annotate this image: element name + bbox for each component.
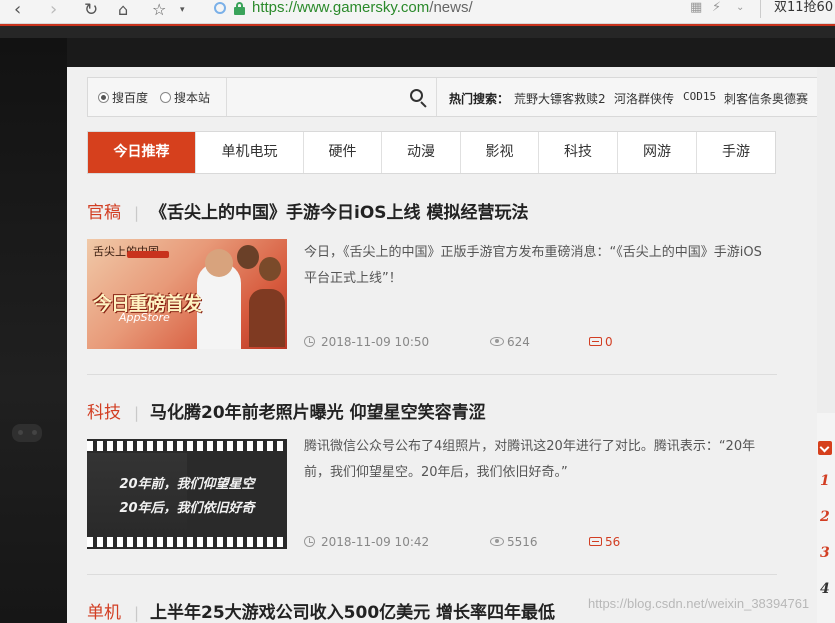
article-meta: 2018-11-09 10:42 5516 56 bbox=[304, 535, 620, 549]
hot-search-label: 热门搜索： bbox=[449, 92, 510, 106]
article-summary: 今日，《舌尖上的中国》正版手游官方发布重磅消息：“《舌尖上的中国》手游iOS平台… bbox=[304, 245, 762, 286]
thumbnail-badge bbox=[127, 251, 169, 258]
eye-icon bbox=[490, 537, 504, 546]
rank-number: 1 bbox=[820, 473, 830, 489]
article-date: 2018-11-09 10:42 bbox=[321, 535, 430, 549]
thumbnail-figure bbox=[205, 249, 233, 277]
search-icon[interactable] bbox=[410, 89, 428, 108]
grid-apps-icon[interactable]: ▦ bbox=[690, 0, 702, 16]
hot-search-link[interactable]: COD15 bbox=[683, 90, 716, 103]
forward-arrow-icon[interactable]: › bbox=[50, 0, 57, 24]
article-thumbnail[interactable]: 20年前，我们仰望星空 20年后，我们依旧好奇 bbox=[87, 439, 287, 549]
comment-count[interactable]: 0 bbox=[589, 335, 613, 349]
article-date: 2018-11-09 10:50 bbox=[321, 335, 430, 349]
article-category[interactable]: 官稿 bbox=[87, 202, 121, 224]
ranking-flag-icon bbox=[818, 441, 832, 455]
article-category[interactable]: 单机 bbox=[87, 602, 121, 623]
category-separator: | bbox=[134, 404, 140, 422]
browser-toolbar: ‹ › ↻ ⌂ ☆ ▾ https://www.gamersky.com/new… bbox=[0, 0, 835, 24]
rank-number: 2 bbox=[820, 509, 830, 525]
film-strip bbox=[87, 537, 287, 547]
tab-today[interactable]: 今日推荐 bbox=[88, 132, 196, 173]
film-strip bbox=[87, 441, 287, 451]
news-item: 科技 | 马化腾20年前老照片曝光 仰望星空笑容青涩 20年前，我们仰望星空 2… bbox=[87, 402, 777, 562]
search-bar: 搜百度 搜本站 热门搜索： 荒野大镖客救赎2 河洛群侠传 COD15 刺客信条奥… bbox=[87, 77, 835, 117]
tab-hardware[interactable]: 硬件 bbox=[304, 132, 382, 173]
news-content: 搜百度 搜本站 热门搜索： 荒野大镖客救赎2 河洛群侠传 COD15 刺客信条奥… bbox=[67, 67, 835, 623]
address-bar[interactable]: https://www.gamersky.com/news/ bbox=[252, 0, 473, 16]
hot-search-link[interactable]: 荒野大镖客救赎2 bbox=[514, 90, 606, 107]
site-header-band bbox=[0, 24, 835, 38]
lock-icon bbox=[234, 2, 245, 15]
lightning-icon[interactable]: ⚡ bbox=[712, 0, 721, 16]
page-background-left bbox=[0, 38, 67, 623]
radio-checked-icon bbox=[98, 92, 109, 103]
thumbnail-figure bbox=[249, 289, 285, 347]
comment-count[interactable]: 56 bbox=[589, 535, 620, 549]
bookmark-star-icon[interactable]: ☆ bbox=[152, 0, 166, 24]
tab-pc-console[interactable]: 单机电玩 bbox=[196, 132, 304, 173]
chevron-down-icon[interactable]: ▾ bbox=[180, 0, 185, 24]
search-option-baidu[interactable]: 搜百度 bbox=[98, 91, 148, 105]
rank-number: 3 bbox=[820, 545, 830, 561]
search-option-site[interactable]: 搜本站 bbox=[160, 91, 210, 105]
hot-search: 热门搜索： 荒野大镖客救赎2 河洛群侠传 COD15 刺客信条奥德赛 无双 bbox=[436, 78, 835, 116]
tab-film[interactable]: 影视 bbox=[461, 132, 539, 173]
comment-icon bbox=[589, 537, 602, 546]
thumbnail-figure bbox=[237, 245, 259, 269]
article-thumbnail[interactable]: 舌尖上的中国 今日重磅首发 AppStore bbox=[87, 239, 287, 349]
thumbnail-frame bbox=[87, 453, 187, 535]
news-item: 官稿 | 《舌尖上的中国》手游今日iOS上线 模拟经营玩法 舌尖上的中国 今日重… bbox=[87, 202, 777, 362]
view-count: 5516 bbox=[490, 535, 538, 549]
reload-icon[interactable]: ↻ bbox=[84, 0, 98, 24]
shield-icon bbox=[214, 2, 226, 14]
category-separator: | bbox=[134, 204, 140, 222]
thumbnail-caption: 20年前，我们仰望星空 bbox=[119, 477, 255, 492]
clock-icon bbox=[304, 336, 315, 347]
article-meta: 2018-11-09 10:50 624 0 bbox=[304, 335, 613, 349]
divider bbox=[87, 374, 777, 375]
thumbnail-figure bbox=[259, 257, 281, 281]
hot-search-link[interactable]: 刺客信条奥德赛 bbox=[724, 90, 808, 107]
article-title[interactable]: 马化腾20年前老照片曝光 仰望星空笑容青涩 bbox=[150, 402, 486, 424]
watermark-text: https://blog.csdn.net/weixin_38394761 bbox=[588, 596, 810, 611]
tab-online-games[interactable]: 网游 bbox=[618, 132, 697, 173]
article-category[interactable]: 科技 bbox=[87, 402, 121, 424]
thumbnail-store-text: AppStore bbox=[119, 311, 170, 324]
thumbnail-caption: 20年后，我们依旧好奇 bbox=[119, 501, 255, 516]
rank-number: 4 bbox=[820, 581, 830, 597]
category-tabs: 今日推荐 单机电玩 硬件 动漫 影视 科技 网游 手游 bbox=[87, 131, 776, 174]
tab-anime[interactable]: 动漫 bbox=[382, 132, 461, 173]
search-input[interactable] bbox=[226, 78, 436, 116]
article-title[interactable]: 《舌尖上的中国》手游今日iOS上线 模拟经营玩法 bbox=[150, 202, 528, 224]
article-title[interactable]: 上半年25大游戏公司收入500亿美元 增长率四年最低 bbox=[150, 602, 555, 623]
article-summary: 腾讯微信公众号公布了4组照片，对腾讯这20年进行了对比。腾讯表示：“20年前，我… bbox=[304, 439, 756, 480]
view-count: 624 bbox=[490, 335, 530, 349]
divider bbox=[87, 574, 777, 575]
eye-icon bbox=[490, 337, 504, 346]
chevron-down-icon[interactable]: ⌄ bbox=[736, 0, 744, 16]
sidebar-panel bbox=[817, 67, 835, 413]
clock-icon bbox=[304, 536, 315, 547]
gamepad-icon bbox=[10, 418, 44, 448]
tab-tech[interactable]: 科技 bbox=[539, 132, 618, 173]
back-arrow-icon[interactable]: ‹ bbox=[14, 0, 21, 24]
home-icon[interactable]: ⌂ bbox=[118, 0, 128, 24]
hot-search-link[interactable]: 河洛群侠传 bbox=[614, 90, 674, 107]
tab-mobile-games[interactable]: 手游 bbox=[697, 132, 775, 173]
toolbar-divider bbox=[760, 0, 761, 18]
radio-unchecked-icon bbox=[160, 92, 171, 103]
promo-text[interactable]: 双11抢60 bbox=[774, 0, 833, 16]
comment-icon bbox=[589, 337, 602, 346]
category-separator: | bbox=[134, 604, 140, 622]
